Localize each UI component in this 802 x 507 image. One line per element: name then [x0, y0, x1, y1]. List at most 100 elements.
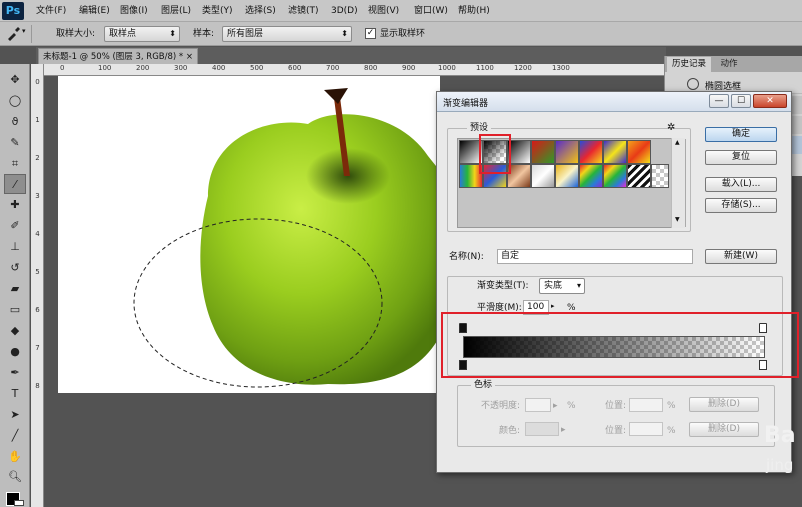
move-tool-icon[interactable]: ✥	[4, 70, 26, 90]
zoom-tool-icon[interactable]: 🔍︎	[4, 467, 26, 487]
quick-select-tool-icon[interactable]: ✎	[4, 133, 26, 153]
scroll-up-icon[interactable]: ▲	[675, 139, 680, 146]
preset-swatch[interactable]	[555, 140, 579, 164]
delete-opacity-stop-button[interactable]: 删除(D)	[689, 397, 759, 412]
hand-tool-icon[interactable]: ✋	[4, 447, 26, 467]
document-tab[interactable]: 未标题-1 @ 50% (图层 3, RGB/8) * ×	[38, 48, 198, 65]
lasso-tool-icon[interactable]: ϑ	[4, 112, 26, 132]
dodge-tool-icon[interactable]: ●	[4, 342, 26, 362]
menu-filter[interactable]: 滤镜(T)	[288, 3, 319, 19]
ellipse-marquee-icon	[687, 78, 699, 90]
color-position-unit: %	[667, 426, 676, 436]
ruler-tick: 500	[250, 64, 264, 72]
tool-preset-chevron-icon[interactable]: ▾	[22, 27, 26, 35]
color-stops-group	[457, 385, 775, 447]
opacity-position-input[interactable]	[629, 398, 663, 412]
toolbox: ✥ ◯ ϑ ✎ ⌗ ⁄ ✚ ✐ ⊥ ↺ ▰ ▭ ◆ ● ✒ T ➤ ╱ ✋ 🔍︎	[0, 64, 30, 507]
opacity-dropdown-icon[interactable]: ▸	[553, 400, 558, 412]
new-button[interactable]: 新建(W)	[705, 249, 777, 264]
maximize-icon[interactable]: ☐	[731, 94, 751, 108]
path-select-tool-icon[interactable]: ➤	[4, 405, 26, 425]
menu-select[interactable]: 选择(S)	[245, 3, 276, 19]
background-color-swatch[interactable]	[14, 500, 24, 506]
close-icon[interactable]: ✕	[753, 94, 787, 108]
ruler-tick: 200	[136, 64, 150, 72]
dialog-titlebar[interactable]: 渐变编辑器 — ☐ ✕	[437, 92, 791, 112]
gradient-type-select[interactable]: 实底 ▾	[539, 278, 585, 294]
highlight-box	[479, 134, 511, 174]
preset-swatch[interactable]	[603, 164, 627, 188]
tab-history[interactable]: 历史记录	[667, 57, 711, 72]
opacity-input[interactable]	[525, 398, 551, 412]
crop-tool-icon[interactable]: ⌗	[4, 154, 26, 174]
options-divider	[31, 25, 32, 43]
reset-button[interactable]: 复位	[705, 150, 777, 165]
eyedropper-icon[interactable]	[6, 25, 20, 41]
scroll-down-icon[interactable]: ▼	[675, 216, 680, 223]
line-tool-icon[interactable]: ╱	[4, 426, 26, 446]
type-tool-icon[interactable]: T	[4, 384, 26, 404]
menu-help[interactable]: 帮助(H)	[458, 3, 490, 19]
clone-stamp-tool-icon[interactable]: ⊥	[4, 237, 26, 257]
color-position-input[interactable]	[629, 422, 663, 436]
preset-swatch[interactable]	[531, 164, 555, 188]
close-tab-icon[interactable]: ×	[186, 49, 193, 65]
menu-layer[interactable]: 图层(L)	[161, 3, 191, 19]
ruler-tick: 400	[212, 64, 226, 72]
ruler-tick: 800	[364, 64, 378, 72]
healing-brush-tool-icon[interactable]: ✚	[4, 195, 26, 215]
preset-swatch[interactable]	[603, 140, 627, 164]
preset-swatch[interactable]	[579, 140, 603, 164]
show-ring-label: 显示取样环	[380, 29, 426, 39]
ruler-tick: 900	[402, 64, 416, 72]
color-position-label: 位置:	[605, 426, 627, 436]
sample-size-select[interactable]: 取样点 ⬍	[104, 26, 180, 42]
preset-swatch[interactable]	[651, 164, 669, 188]
delete-color-stop-button[interactable]: 删除(D)	[689, 422, 759, 437]
pen-tool-icon[interactable]: ✒	[4, 363, 26, 383]
preset-swatch[interactable]	[627, 164, 651, 188]
menu-image[interactable]: 图像(I)	[120, 3, 148, 19]
blur-tool-icon[interactable]: ◆	[4, 321, 26, 341]
marquee-tool-icon[interactable]: ◯	[4, 91, 26, 111]
smoothness-dropdown-icon[interactable]: ▸	[551, 302, 555, 310]
preset-scrollbar[interactable]: ▲ ▼	[671, 138, 685, 228]
color-swatch-input[interactable]	[525, 422, 559, 436]
ruler-tick: 7	[35, 344, 40, 352]
preset-swatch[interactable]	[555, 164, 579, 188]
save-button[interactable]: 存储(S)...	[705, 198, 777, 213]
menu-edit[interactable]: 编辑(E)	[79, 3, 110, 19]
show-ring-checkbox[interactable]: ✓	[365, 28, 376, 39]
ruler-tick: 100	[98, 64, 112, 72]
menu-3d[interactable]: 3D(D)	[331, 3, 358, 19]
photoshop-logo: Ps	[2, 2, 24, 20]
ok-button[interactable]: 确定	[705, 127, 777, 142]
select-arrows-icon: ⬍	[341, 29, 348, 38]
eyedropper-tool-icon[interactable]: ⁄	[4, 174, 26, 194]
menu-window[interactable]: 窗口(W)	[414, 3, 448, 19]
document-title: 未标题-1 @ 50% (图层 3, RGB/8) *	[43, 52, 184, 62]
load-button[interactable]: 载入(L)...	[705, 177, 777, 192]
eraser-tool-icon[interactable]: ▰	[4, 279, 26, 299]
document-canvas[interactable]	[58, 76, 440, 393]
color-dropdown-icon[interactable]: ▸	[561, 424, 566, 436]
minimize-icon[interactable]: —	[709, 94, 729, 108]
name-input[interactable]: 自定	[497, 249, 693, 264]
preset-swatch[interactable]	[627, 140, 651, 164]
brush-tool-icon[interactable]: ✐	[4, 216, 26, 236]
ruler-tick: 1	[35, 116, 40, 124]
preset-swatch[interactable]	[531, 140, 555, 164]
menu-view[interactable]: 视图(V)	[368, 3, 399, 19]
tab-actions[interactable]: 动作	[713, 57, 745, 72]
history-brush-tool-icon[interactable]: ↺	[4, 258, 26, 278]
gear-icon[interactable]: ✲	[667, 122, 675, 133]
ruler-tick: 8	[35, 382, 40, 390]
gradient-type-label: 渐变类型(T):	[477, 281, 529, 291]
gradient-tool-icon[interactable]: ▭	[4, 300, 26, 320]
preset-swatch[interactable]	[579, 164, 603, 188]
sample-select[interactable]: 所有图层 ⬍	[222, 26, 352, 42]
menu-file[interactable]: 文件(F)	[36, 3, 66, 19]
color-label: 颜色:	[499, 426, 521, 436]
menu-type[interactable]: 类型(Y)	[202, 3, 233, 19]
ruler-tick: 300	[174, 64, 188, 72]
